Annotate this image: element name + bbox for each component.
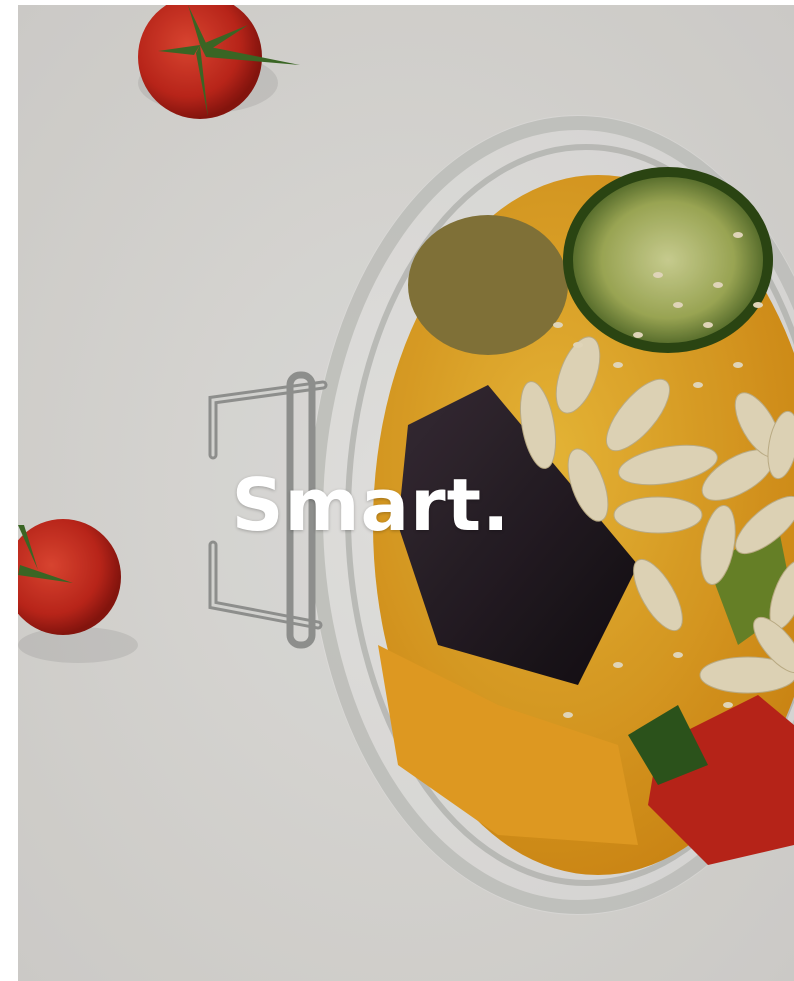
- hero-headline: Smart.: [231, 463, 511, 547]
- hero-banner: Smart.: [18, 5, 794, 981]
